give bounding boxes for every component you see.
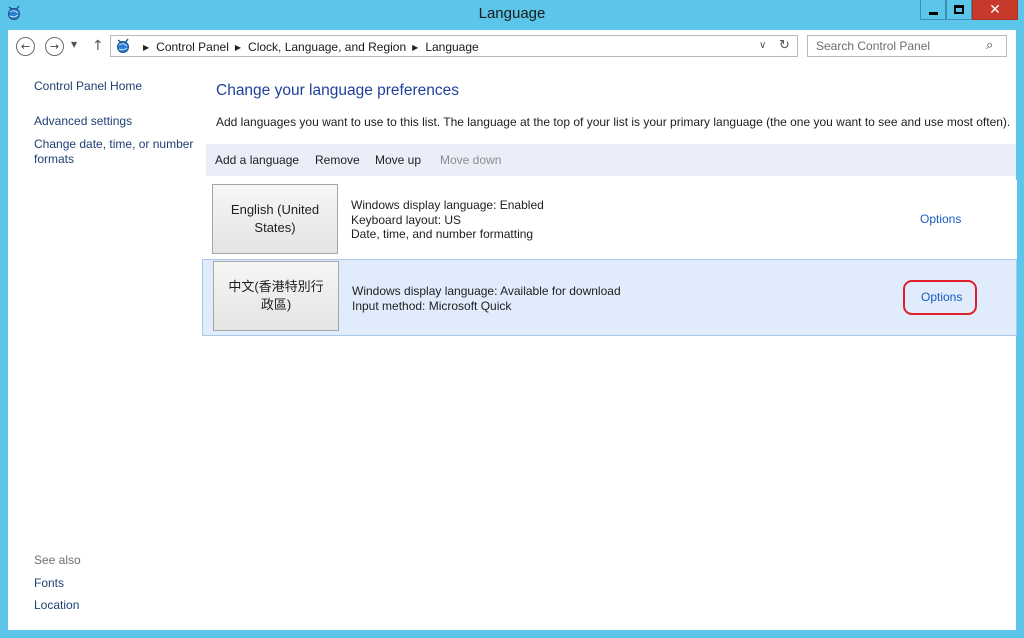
title-bar[interactable]: Language ✕ [0,0,1024,28]
back-arrow-icon: ← [20,40,31,53]
left-pane: Control Panel Home Advanced settings Cha… [8,62,208,630]
language-toolbar: Add a language Remove Move up Move down [206,144,1016,176]
breadcrumb: ▶ Control Panel ▶ Clock, Language, and R… [137,40,479,54]
search-icon[interactable]: ⌕ [986,38,993,53]
change-date-time-formats-link[interactable]: Change date, time, or number formats [34,137,202,167]
options-link-chinese-hk[interactable]: Options [921,290,962,304]
close-icon: ✕ [989,1,1001,18]
breadcrumb-item-control-panel[interactable]: Control Panel [156,40,229,54]
minimize-button[interactable] [920,0,946,20]
up-arrow-icon[interactable]: ↑ [92,38,104,54]
address-bar[interactable]: ▶ Control Panel ▶ Clock, Language, and R… [110,35,798,57]
language-window: Language ✕ ← → ▼ ↑ ▶ Control Panel ▶ Clo… [0,0,1024,638]
keyboard-layout: Keyboard layout: US [351,212,462,227]
control-panel-icon [117,38,129,53]
back-button[interactable]: ← [16,37,35,56]
forward-arrow-icon: → [49,40,60,53]
chevron-right-icon[interactable]: ▶ [143,43,149,52]
language-details: Windows display language: Available for … [352,284,621,313]
formatting-info: Date, time, and number formatting [351,227,534,241]
see-also-heading: See also [34,553,81,567]
client-area: ← → ▼ ↑ ▶ Control Panel ▶ Clock, Languag… [8,30,1017,630]
minimize-icon [928,12,938,15]
language-row-english[interactable]: English (United States) Windows display … [202,180,1017,260]
maximize-icon [954,5,964,14]
move-up-button[interactable]: Move up [375,153,421,167]
breadcrumb-item-clock-language-region[interactable]: Clock, Language, and Region [248,40,406,54]
input-method: Input method: Microsoft Quick [352,298,512,313]
breadcrumb-item-language[interactable]: Language [425,40,478,54]
language-tile[interactable]: 中文(香港特別行政區) [213,261,339,331]
navigation-bar: ← → ▼ ↑ ▶ Control Panel ▶ Clock, Languag… [8,30,1016,62]
display-language-status: Windows display language: Available for … [352,284,621,298]
advanced-settings-link[interactable]: Advanced settings [34,114,132,129]
chevron-right-icon[interactable]: ▶ [412,43,418,52]
refresh-icon[interactable]: ↻ [779,38,790,53]
display-language-status: Windows display language: Enabled [351,198,544,212]
maximize-button[interactable] [946,0,972,20]
close-button[interactable]: ✕ [972,0,1018,20]
page-description: Add languages you want to use to this li… [216,115,1011,129]
address-dropdown-icon[interactable]: ∨ [759,40,766,51]
move-down-button: Move down [440,153,502,167]
options-link-english[interactable]: Options [920,212,961,226]
location-link[interactable]: Location [34,598,79,613]
page-title: Change your language preferences [216,82,460,99]
fonts-link[interactable]: Fonts [34,576,64,591]
chevron-right-icon[interactable]: ▶ [235,43,241,52]
language-row-chinese-hk[interactable]: 中文(香港特別行政區) Windows display language: Av… [202,259,1017,336]
search-input[interactable] [807,35,1007,57]
recent-locations-dropdown-icon[interactable]: ▼ [71,40,77,49]
add-language-button[interactable]: Add a language [215,153,299,167]
control-panel-home-link[interactable]: Control Panel Home [34,79,142,94]
language-details: Windows display language: Enabled Keyboa… [351,198,544,242]
forward-button[interactable]: → [45,37,64,56]
remove-button[interactable]: Remove [315,153,360,167]
window-title: Language [478,5,546,22]
language-tile[interactable]: English (United States) [212,184,338,254]
